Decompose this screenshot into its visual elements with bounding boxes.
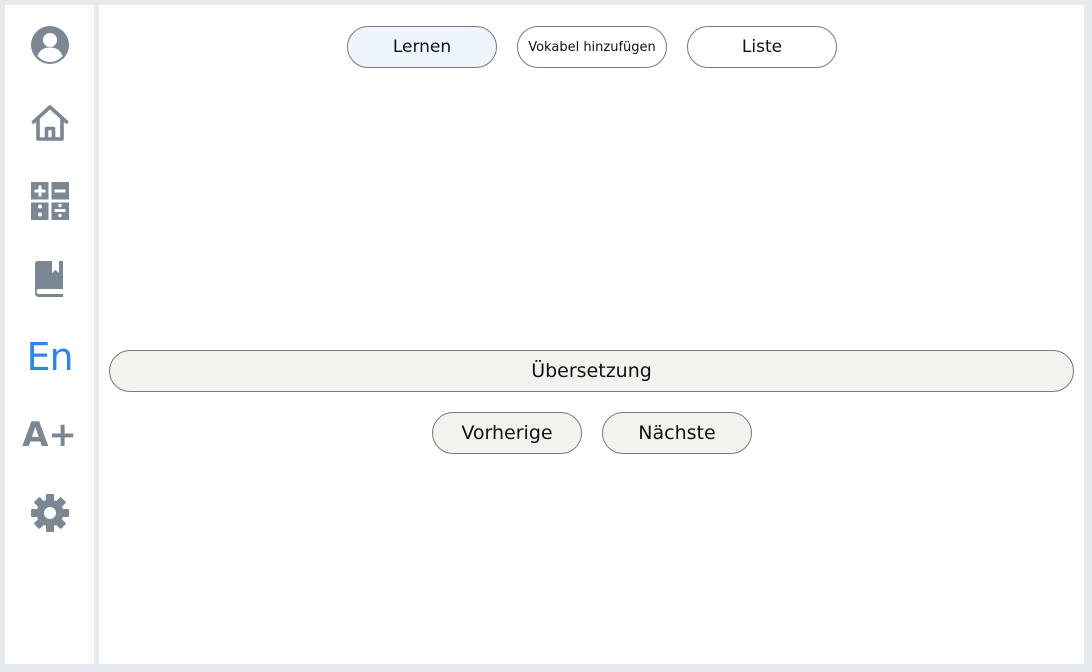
- math-operations-icon: [30, 181, 70, 221]
- tab-add-vocabulary[interactable]: Vokabel hinzufügen: [517, 26, 667, 68]
- gear-icon: [30, 493, 70, 533]
- home-icon: [30, 103, 70, 143]
- previous-button[interactable]: Vorherige: [432, 412, 582, 454]
- book-bookmark-icon: [30, 259, 70, 299]
- sidebar: En A+: [5, 5, 94, 664]
- sidebar-item-book[interactable]: [5, 247, 94, 311]
- sidebar-item-math[interactable]: [5, 169, 94, 233]
- font-size-increase-icon: A+: [22, 415, 77, 455]
- sidebar-item-profile[interactable]: [5, 13, 94, 77]
- user-avatar-icon: [30, 25, 70, 65]
- sidebar-item-language[interactable]: En: [5, 325, 94, 389]
- sidebar-item-font-size[interactable]: A+: [5, 403, 94, 467]
- sidebar-item-home[interactable]: [5, 91, 94, 155]
- sidebar-item-settings[interactable]: [5, 481, 94, 545]
- translation-button[interactable]: Übersetzung: [109, 350, 1074, 392]
- next-button[interactable]: Nächste: [602, 412, 752, 454]
- main-content: Lernen Vokabel hinzufügen Liste Übersetz…: [99, 5, 1084, 664]
- tab-list[interactable]: Liste: [687, 26, 837, 68]
- language-icon: En: [26, 335, 73, 379]
- tab-learn[interactable]: Lernen: [347, 26, 497, 68]
